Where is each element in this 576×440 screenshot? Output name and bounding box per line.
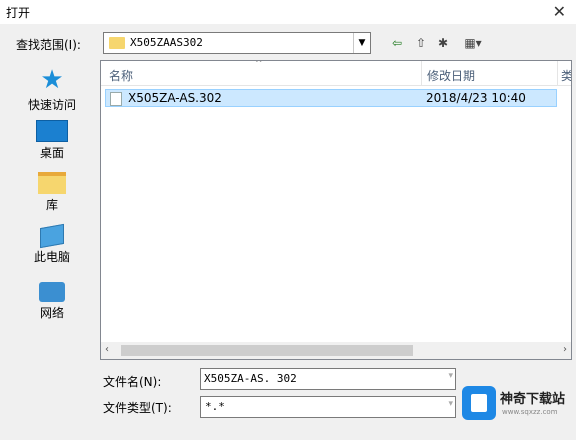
filetype-dropdown[interactable]: *.* ▾ xyxy=(200,396,456,418)
up-folder-icon[interactable]: ⇧ xyxy=(412,34,430,52)
filename-field[interactable]: X505ZA-AS. 302 ▾ xyxy=(200,368,456,390)
watermark-title: 神奇下载站 xyxy=(500,392,566,407)
column-type-header[interactable]: 类 xyxy=(561,67,571,84)
column-date-header[interactable]: 修改日期 xyxy=(427,67,475,84)
filename-label: 文件名(N): xyxy=(103,375,162,389)
column-header: 名称 ^ 修改日期 类 xyxy=(101,61,571,86)
column-name-header[interactable]: 名称 xyxy=(109,67,133,84)
scroll-left-icon[interactable]: ‹ xyxy=(105,344,109,355)
watermark-url: www.sqxzz.com xyxy=(502,408,558,416)
watermark-logo-icon xyxy=(462,386,496,420)
column-divider[interactable] xyxy=(557,61,558,85)
file-list[interactable]: 名称 ^ 修改日期 类 X505ZA-AS.302 2018/4/23 10:4… xyxy=(100,60,572,360)
library-icon xyxy=(38,172,66,194)
cube-icon xyxy=(471,394,487,412)
close-icon[interactable]: ✕ xyxy=(553,2,566,21)
file-name: X505ZA-AS.302 xyxy=(128,91,222,105)
chevron-down-icon[interactable]: ▾ xyxy=(448,371,453,381)
filetype-value: *.* xyxy=(205,400,225,413)
place-label: 此电脑 xyxy=(33,250,70,264)
star-icon: ★ xyxy=(40,65,64,95)
lookin-dropdown[interactable]: X505ZAAS302 ▼ xyxy=(103,32,371,54)
filename-value: X505ZA-AS. 302 xyxy=(204,372,297,385)
title-bar: 打开 ✕ xyxy=(0,0,576,24)
chevron-down-icon[interactable]: ▾ xyxy=(448,399,453,409)
list-item[interactable]: X505ZA-AS.302 2018/4/23 10:40 xyxy=(105,89,557,107)
place-label: 网络 xyxy=(39,306,64,320)
horizontal-scrollbar[interactable]: ‹ › xyxy=(101,342,571,359)
place-library[interactable]: 库 xyxy=(10,172,94,213)
network-icon xyxy=(39,282,65,302)
file-icon xyxy=(110,92,122,106)
place-quick-access[interactable]: ★ 快速访问 xyxy=(10,66,94,113)
scroll-thumb[interactable] xyxy=(121,345,413,356)
lookin-label: 查找范围(I): xyxy=(16,38,81,52)
place-label: 库 xyxy=(45,198,58,212)
scroll-right-icon[interactable]: › xyxy=(563,344,567,355)
folder-icon xyxy=(109,37,125,49)
places-bar: ★ 快速访问 桌面 库 此电脑 网络 xyxy=(10,60,94,366)
watermark: 神奇下载站 www.sqxzz.com xyxy=(460,384,572,424)
computer-icon xyxy=(40,223,64,249)
place-label: 快速访问 xyxy=(27,98,76,112)
filetype-label: 文件类型(T): xyxy=(103,401,172,415)
place-network[interactable]: 网络 xyxy=(10,282,94,321)
place-this-pc[interactable]: 此电脑 xyxy=(10,223,94,265)
chevron-down-icon[interactable]: ▼ xyxy=(353,33,370,53)
lookin-value: X505ZAAS302 xyxy=(130,36,203,49)
window-title: 打开 xyxy=(6,6,31,20)
place-label: 桌面 xyxy=(39,146,64,160)
new-folder-icon[interactable]: ✱ xyxy=(434,34,452,52)
back-icon[interactable]: ⇦ xyxy=(388,34,406,52)
place-desktop[interactable]: 桌面 xyxy=(10,120,94,161)
view-menu-icon[interactable]: ▦▾ xyxy=(458,34,488,52)
desktop-icon xyxy=(36,120,68,142)
sort-caret-icon: ^ xyxy=(255,60,263,69)
column-divider[interactable] xyxy=(421,61,422,85)
file-date: 2018/4/23 10:40 xyxy=(426,91,526,105)
